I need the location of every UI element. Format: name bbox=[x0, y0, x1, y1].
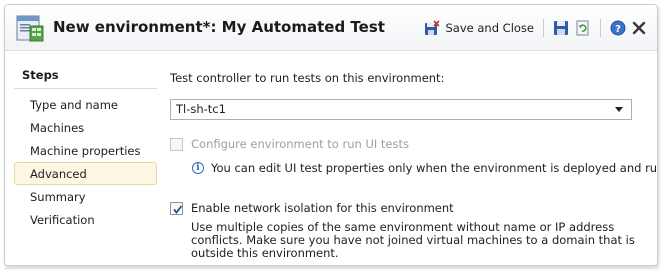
ui-tests-option: Configure environment to run UI tests bbox=[170, 137, 409, 151]
svg-text:?: ? bbox=[615, 24, 621, 35]
save-button[interactable] bbox=[550, 18, 572, 38]
save-and-close-label: Save and Close bbox=[445, 21, 534, 35]
toolbar-divider bbox=[600, 19, 601, 37]
environment-icon bbox=[15, 13, 45, 43]
toolbar-divider bbox=[543, 19, 544, 37]
refresh-icon bbox=[575, 20, 591, 36]
ui-tests-info-text: You can edit UI test properties only whe… bbox=[211, 161, 658, 175]
checkmark-icon bbox=[173, 204, 183, 214]
steps-header: Steps bbox=[14, 65, 157, 89]
refresh-button[interactable] bbox=[572, 18, 594, 38]
test-controller-label: Test controller to run tests on this env… bbox=[170, 71, 445, 85]
close-icon bbox=[632, 21, 646, 35]
network-isolation-description: Use multiple copies of the same environm… bbox=[191, 220, 635, 260]
save-close-icon bbox=[424, 20, 441, 36]
toolbar: Save and Close ? bbox=[421, 18, 649, 38]
ui-tests-checkbox[interactable] bbox=[170, 137, 183, 151]
close-button[interactable] bbox=[629, 18, 649, 38]
title-bar: New environment*: My Automated Test Save… bbox=[5, 5, 657, 51]
network-isolation-label: Enable network isolation for this enviro… bbox=[191, 201, 454, 215]
step-type-and-name[interactable]: Type and name bbox=[14, 93, 157, 116]
info-icon: i bbox=[192, 162, 204, 174]
step-machines[interactable]: Machines bbox=[14, 116, 157, 139]
network-isolation-checkbox[interactable] bbox=[170, 201, 183, 215]
ui-tests-label: Configure environment to run UI tests bbox=[191, 137, 409, 151]
test-controller-dropdown[interactable]: Tl-sh-tc1 bbox=[170, 99, 632, 120]
floppy-disk-icon bbox=[553, 20, 569, 36]
help-button[interactable]: ? bbox=[607, 18, 629, 38]
help-icon: ? bbox=[610, 20, 626, 36]
ui-tests-info: i You can edit UI test properties only w… bbox=[192, 161, 658, 175]
step-summary[interactable]: Summary bbox=[14, 185, 157, 208]
step-machine-properties[interactable]: Machine properties bbox=[14, 139, 157, 162]
window-title: New environment*: My Automated Test bbox=[53, 18, 385, 36]
dropdown-arrow-icon bbox=[615, 107, 623, 112]
step-advanced[interactable]: Advanced bbox=[14, 162, 157, 185]
save-and-close-button[interactable]: Save and Close bbox=[421, 18, 537, 38]
advanced-settings-panel: Test controller to run tests on this env… bbox=[170, 71, 657, 260]
step-verification[interactable]: Verification bbox=[14, 208, 157, 231]
test-controller-value: Tl-sh-tc1 bbox=[176, 102, 226, 116]
window-bottom-divider bbox=[4, 268, 658, 269]
network-isolation-option: Enable network isolation for this enviro… bbox=[170, 201, 454, 215]
environment-wizard-window: New environment*: My Automated Test Save… bbox=[4, 4, 658, 266]
steps-panel: Steps Type and name Machines Machine pro… bbox=[14, 65, 157, 231]
